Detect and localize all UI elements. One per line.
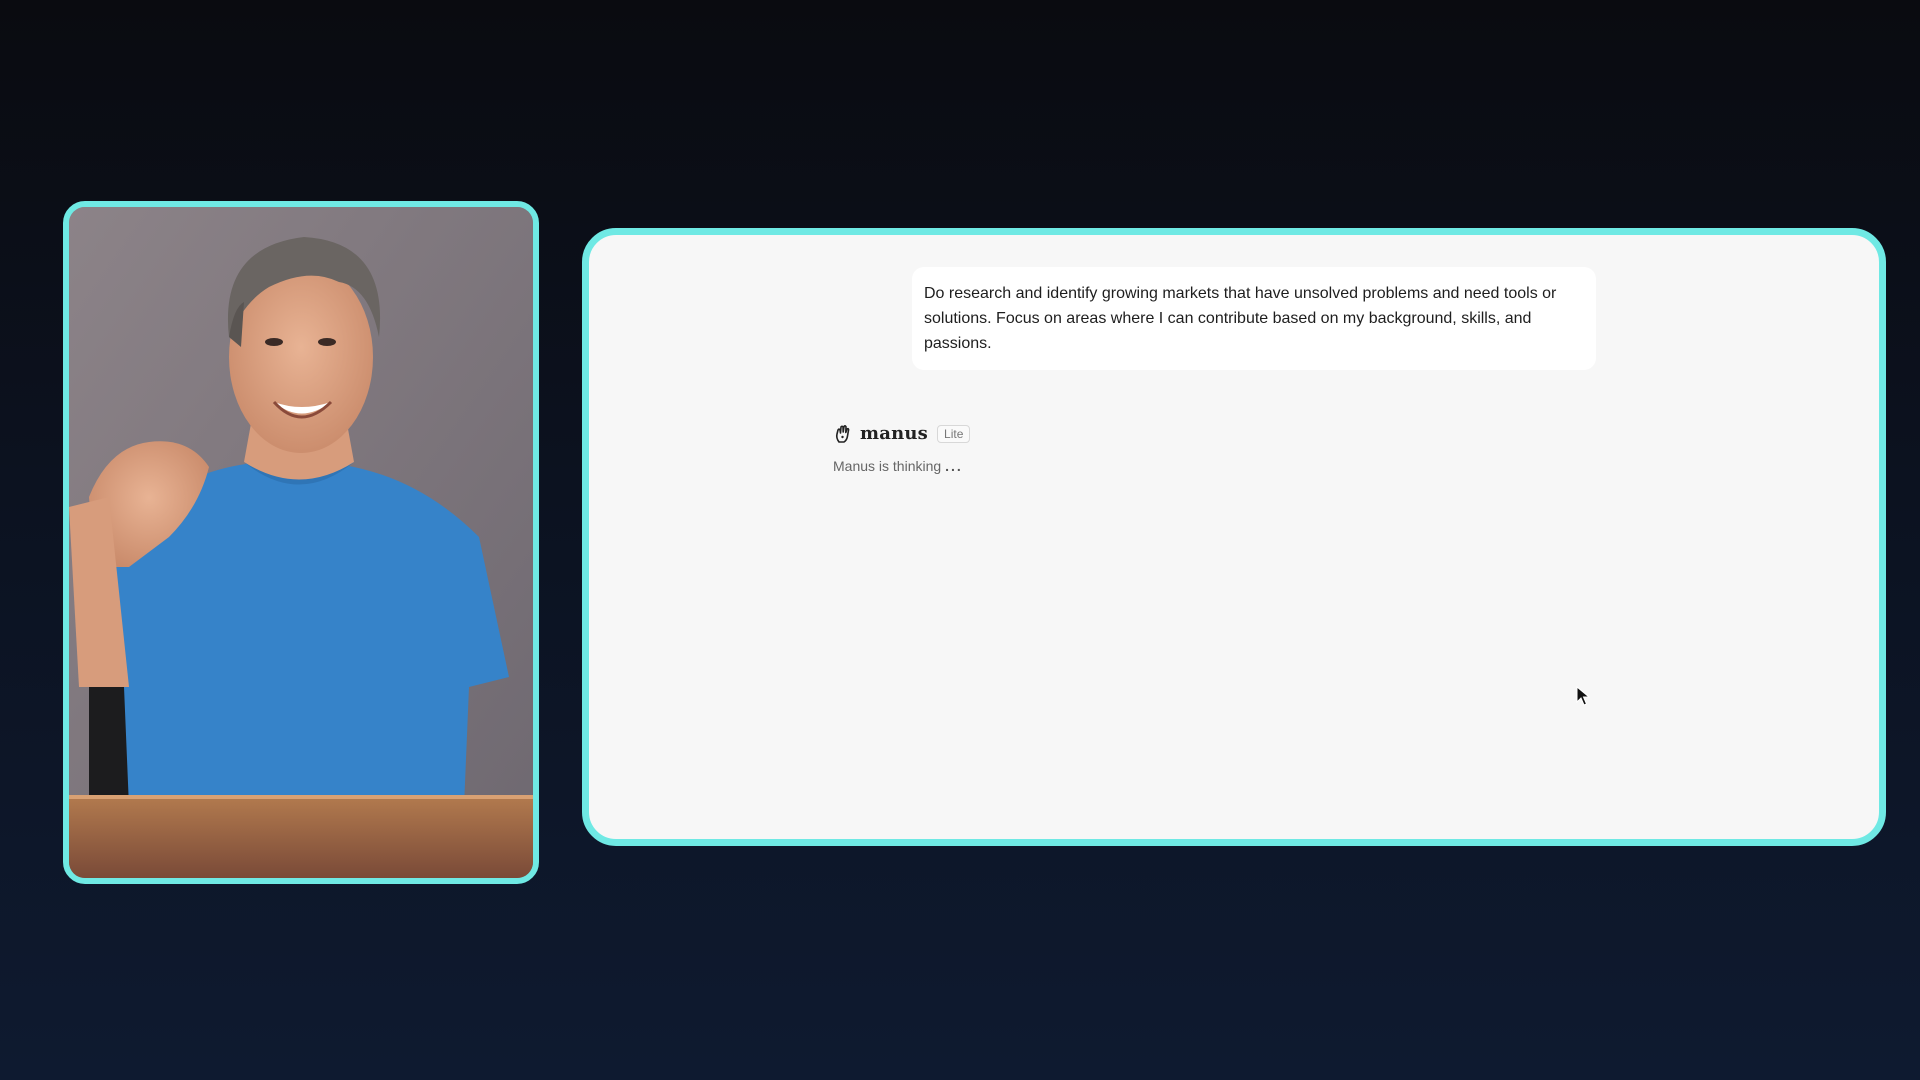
agent-plan-badge: Lite	[937, 424, 971, 443]
agent-status-text: Manus is thinking ...	[833, 458, 963, 474]
webcam-video-frame	[63, 201, 539, 884]
agent-name: manus	[860, 423, 929, 444]
agent-status-label: Manus is thinking	[833, 458, 942, 474]
user-message-bubble: Do research and identify growing markets…	[912, 267, 1596, 370]
agent-header: manus Lite	[833, 423, 971, 444]
mouse-pointer-icon	[1576, 686, 1590, 706]
presenter-video	[69, 207, 533, 878]
chat-app-window: Do research and identify growing markets…	[582, 228, 1886, 846]
thinking-dots: ...	[945, 458, 963, 474]
manus-hand-icon	[833, 424, 853, 444]
